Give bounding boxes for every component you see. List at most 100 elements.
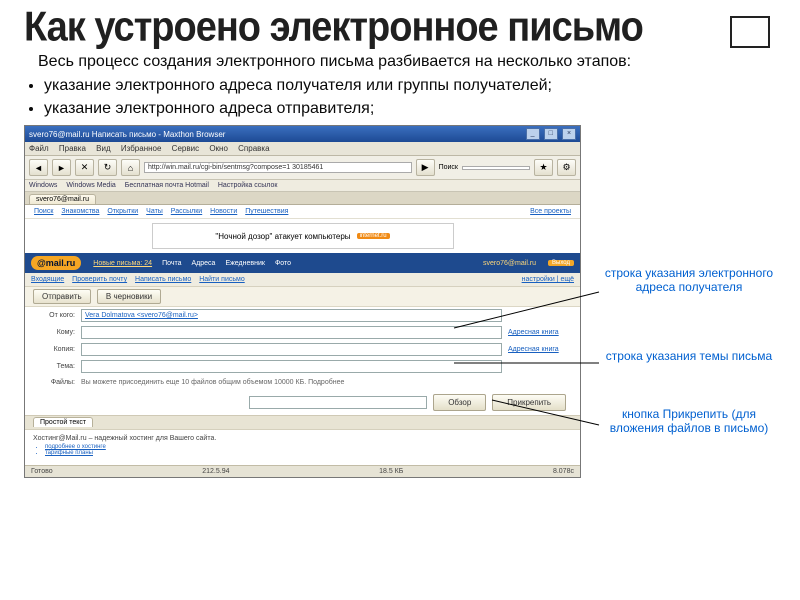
- footer-link-2[interactable]: тарифные планы: [45, 450, 572, 456]
- plain-text-tab[interactable]: Простой текст: [33, 417, 93, 427]
- mt-right[interactable]: настройки | ещё: [522, 276, 574, 283]
- exit-button[interactable]: Выход: [548, 260, 574, 266]
- pn-6[interactable]: Путешествия: [245, 208, 288, 215]
- pn-3[interactable]: Чаты: [146, 208, 163, 215]
- from-field: От кого: Vera Dolmatova <svero76@mail.ru…: [25, 307, 580, 324]
- new-mail-link[interactable]: Новые письма: 24: [93, 260, 152, 267]
- bullet-2: указание электронного адреса отправителя…: [44, 99, 776, 119]
- pn-0[interactable]: Поиск: [34, 208, 53, 215]
- extra-btn-2[interactable]: ⚙: [557, 159, 576, 176]
- slide-title: Как устроено электронное письмо: [24, 0, 776, 48]
- nav-addr[interactable]: Адреса: [192, 260, 216, 267]
- bm-3[interactable]: Бесплатная почта Hotmail: [125, 182, 209, 189]
- cc-field: Копия: Адресная книга: [25, 341, 580, 358]
- bullet-list: указание электронного адреса получателя …: [24, 76, 776, 119]
- window-titlebar: svero76@mail.ru Написать письмо - Maxtho…: [25, 126, 580, 142]
- file-path-input[interactable]: [249, 396, 427, 409]
- footer-text: Хостинг@Mail.ru – надежный хостинг для В…: [33, 435, 216, 442]
- mt-check[interactable]: Проверить почту: [72, 276, 127, 283]
- extra-btn-1[interactable]: ★: [534, 159, 553, 176]
- mail-toolbar: Входящие Проверить почту Написать письмо…: [25, 273, 580, 287]
- from-value: Vera Dolmatova <svero76@mail.ru>: [81, 309, 502, 322]
- bm-2[interactable]: Windows Media: [66, 182, 115, 189]
- menu-view[interactable]: Вид: [96, 144, 110, 153]
- back-icon[interactable]: ◄: [29, 159, 48, 176]
- intro-text: Весь процесс создания электронного письм…: [38, 52, 776, 72]
- nav-mail[interactable]: Почта: [162, 260, 181, 267]
- callout-attach: кнопка Прикрепить (для вложения файлов в…: [599, 408, 779, 436]
- cc-addrbook[interactable]: Адресная книга: [508, 346, 572, 353]
- pn-1[interactable]: Знакомства: [61, 208, 99, 215]
- ad-banner[interactable]: "Ночной дозор" атакует компьютеры intern…: [152, 223, 454, 249]
- address-bar[interactable]: http://win.mail.ru/cgi-bin/sentmsg?compo…: [144, 162, 412, 173]
- bookmarks-bar: Windows Windows Media Бесплатная почта H…: [25, 180, 580, 192]
- send-button[interactable]: Отправить: [33, 289, 91, 304]
- pn-all[interactable]: Все проекты: [530, 208, 571, 215]
- status-time: 8.078с: [553, 468, 574, 475]
- menu-help[interactable]: Справка: [238, 144, 269, 153]
- from-label: От кого:: [33, 312, 75, 319]
- refresh-icon[interactable]: ↻: [98, 159, 117, 176]
- menu-window[interactable]: Окно: [209, 144, 228, 153]
- pn-4[interactable]: Рассылки: [171, 208, 202, 215]
- to-addrbook[interactable]: Адресная книга: [508, 329, 572, 336]
- status-ip: 212.5.94: [202, 468, 229, 475]
- callout-subject: строка указания темы письма: [599, 350, 779, 364]
- callout-recipient: строка указания электронного адреса полу…: [599, 267, 779, 295]
- cc-input[interactable]: [81, 343, 502, 356]
- mailru-logo[interactable]: @mail.ru: [31, 256, 81, 270]
- to-input[interactable]: [81, 326, 502, 339]
- menu-fav[interactable]: Избранное: [121, 144, 162, 153]
- status-bar: Готово 212.5.94 18.5 КБ 8.078с: [25, 465, 580, 477]
- browser-tab[interactable]: svero76@mail.ru: [29, 194, 96, 204]
- to-field: Кому: Адресная книга: [25, 324, 580, 341]
- footer-promo: Хостинг@Mail.ru – надежный хостинг для В…: [25, 429, 580, 461]
- menu-file[interactable]: Файл: [29, 144, 49, 153]
- menu-service[interactable]: Сервис: [172, 144, 199, 153]
- compose-form: Отправить В черновики От кого: Vera Dolm…: [25, 287, 580, 465]
- minimize-icon[interactable]: _: [526, 128, 540, 140]
- files-label: Файлы:: [33, 379, 75, 386]
- maximize-icon[interactable]: □: [544, 128, 558, 140]
- subj-field: Тема:: [25, 358, 580, 375]
- browse-button[interactable]: Обзор: [433, 394, 486, 411]
- bm-1[interactable]: Windows: [29, 182, 57, 189]
- pn-2[interactable]: Открытки: [107, 208, 138, 215]
- files-row: Файлы: Вы можете присоединить еще 10 фай…: [25, 375, 580, 390]
- user-email: svero76@mail.ru: [483, 260, 536, 267]
- nav-photo[interactable]: Фото: [275, 260, 291, 267]
- menu-edit[interactable]: Правка: [59, 144, 86, 153]
- browser-toolbar: ◄ ► ✕ ↻ ⌂ http://win.mail.ru/cgi-bin/sen…: [25, 156, 580, 180]
- menu-bar: Файл Правка Вид Избранное Сервис Окно Сп…: [25, 142, 580, 156]
- portal-nav: Поиск Знакомства Открытки Чаты Рассылки …: [25, 205, 580, 219]
- bm-4[interactable]: Настройка ссылок: [218, 182, 278, 189]
- send-row: Отправить В черновики: [25, 287, 580, 307]
- home-icon[interactable]: ⌂: [121, 159, 140, 176]
- to-label: Кому:: [33, 329, 75, 336]
- attach-button[interactable]: Прикрепить: [492, 394, 566, 411]
- mt-inbox[interactable]: Входящие: [31, 276, 64, 283]
- search-box[interactable]: [462, 166, 530, 170]
- window-title: svero76@mail.ru Написать письмо - Maxtho…: [29, 130, 225, 139]
- subj-input[interactable]: [81, 360, 502, 373]
- status-ready: Готово: [31, 468, 53, 475]
- stop-icon[interactable]: ✕: [75, 159, 94, 176]
- tab-row: svero76@mail.ru: [25, 192, 580, 205]
- cc-label: Копия:: [33, 346, 75, 353]
- go-icon[interactable]: ▶: [416, 159, 435, 176]
- draft-button[interactable]: В черновики: [97, 289, 161, 304]
- mt-compose[interactable]: Написать письмо: [135, 276, 191, 283]
- mt-find[interactable]: Найти письмо: [199, 276, 244, 283]
- close-icon[interactable]: ×: [562, 128, 576, 140]
- banner-text: "Ночной дозор" атакует компьютеры: [215, 232, 350, 241]
- forward-icon[interactable]: ►: [52, 159, 71, 176]
- banner-brand: internet.ru: [357, 233, 390, 239]
- editor-tabs: Простой текст: [25, 415, 580, 429]
- screenshot-email-client: svero76@mail.ru Написать письмо - Maxtho…: [24, 125, 581, 478]
- portal-page: Поиск Знакомства Открытки Чаты Рассылки …: [25, 205, 580, 477]
- pn-5[interactable]: Новости: [210, 208, 237, 215]
- nav-cal[interactable]: Ежедневник: [225, 260, 265, 267]
- status-size: 18.5 КБ: [379, 468, 403, 475]
- window-controls: _ □ ×: [524, 128, 576, 140]
- subj-label: Тема:: [33, 363, 75, 370]
